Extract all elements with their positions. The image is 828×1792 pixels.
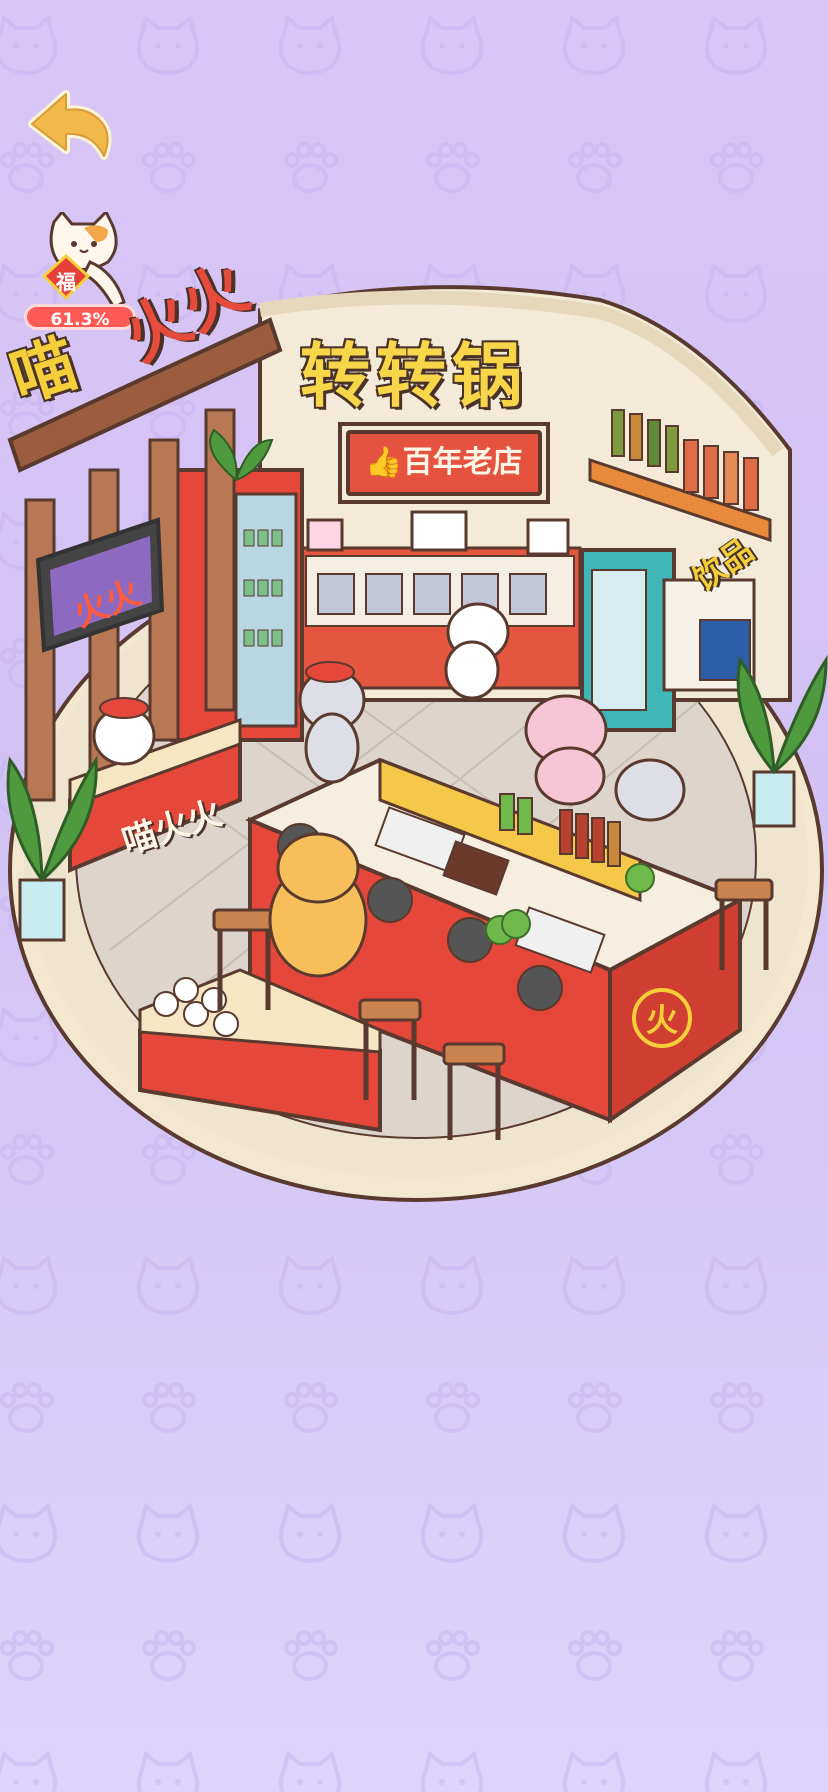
pattern-paw-icon (426, 1382, 480, 1433)
pattern-paw-icon (426, 1630, 480, 1681)
pattern-paw-icon (710, 1630, 764, 1681)
pattern-cat-icon (420, 1504, 484, 1563)
shop-main-sign: 转转锅 (300, 334, 528, 417)
pattern-paw-icon (568, 142, 622, 193)
pattern-cat-icon (704, 1752, 768, 1792)
pattern-cat-icon (136, 1752, 200, 1792)
pattern-cat-icon (704, 1504, 768, 1563)
pattern-cat-icon (420, 16, 484, 75)
pattern-paw-icon (284, 142, 338, 193)
pattern-cat-icon (278, 1256, 342, 1315)
back-arrow-icon (28, 90, 112, 160)
pattern-cat-icon (136, 1504, 200, 1563)
pattern-paw-icon (142, 1630, 196, 1681)
pattern-cat-icon (562, 1504, 626, 1563)
pattern-paw-icon (710, 142, 764, 193)
pattern-cat-icon (562, 1256, 626, 1315)
table-fire-emblem: 火 (632, 988, 692, 1048)
pattern-cat-icon (0, 1256, 58, 1315)
pattern-paw-icon (284, 1630, 338, 1681)
pattern-cat-icon (278, 16, 342, 75)
pattern-paw-icon (710, 1382, 764, 1433)
pattern-cat-icon (0, 1504, 58, 1563)
pattern-cat-icon (562, 1752, 626, 1792)
back-button[interactable] (26, 86, 122, 170)
pattern-cat-icon (562, 16, 626, 75)
pattern-cat-icon (420, 1752, 484, 1792)
pattern-paw-icon (0, 1382, 54, 1433)
pattern-cat-icon (278, 1504, 342, 1563)
pattern-cat-icon (0, 1752, 58, 1792)
pattern-cat-icon (136, 1256, 200, 1315)
pattern-cat-icon (420, 1256, 484, 1315)
pattern-paw-icon (568, 1630, 622, 1681)
pattern-paw-icon (0, 1630, 54, 1681)
pattern-cat-icon (704, 16, 768, 75)
pattern-paw-icon (284, 1382, 338, 1433)
pattern-cat-icon (704, 1256, 768, 1315)
pattern-paw-icon (568, 1382, 622, 1433)
pattern-paw-icon (426, 142, 480, 193)
pattern-cat-icon (278, 1752, 342, 1792)
pattern-paw-icon (142, 1382, 196, 1433)
pattern-paw-icon (142, 142, 196, 193)
shop-plaque: 👍百年老店 (346, 430, 542, 496)
pattern-cat-icon (136, 16, 200, 75)
pattern-cat-icon (0, 16, 58, 75)
